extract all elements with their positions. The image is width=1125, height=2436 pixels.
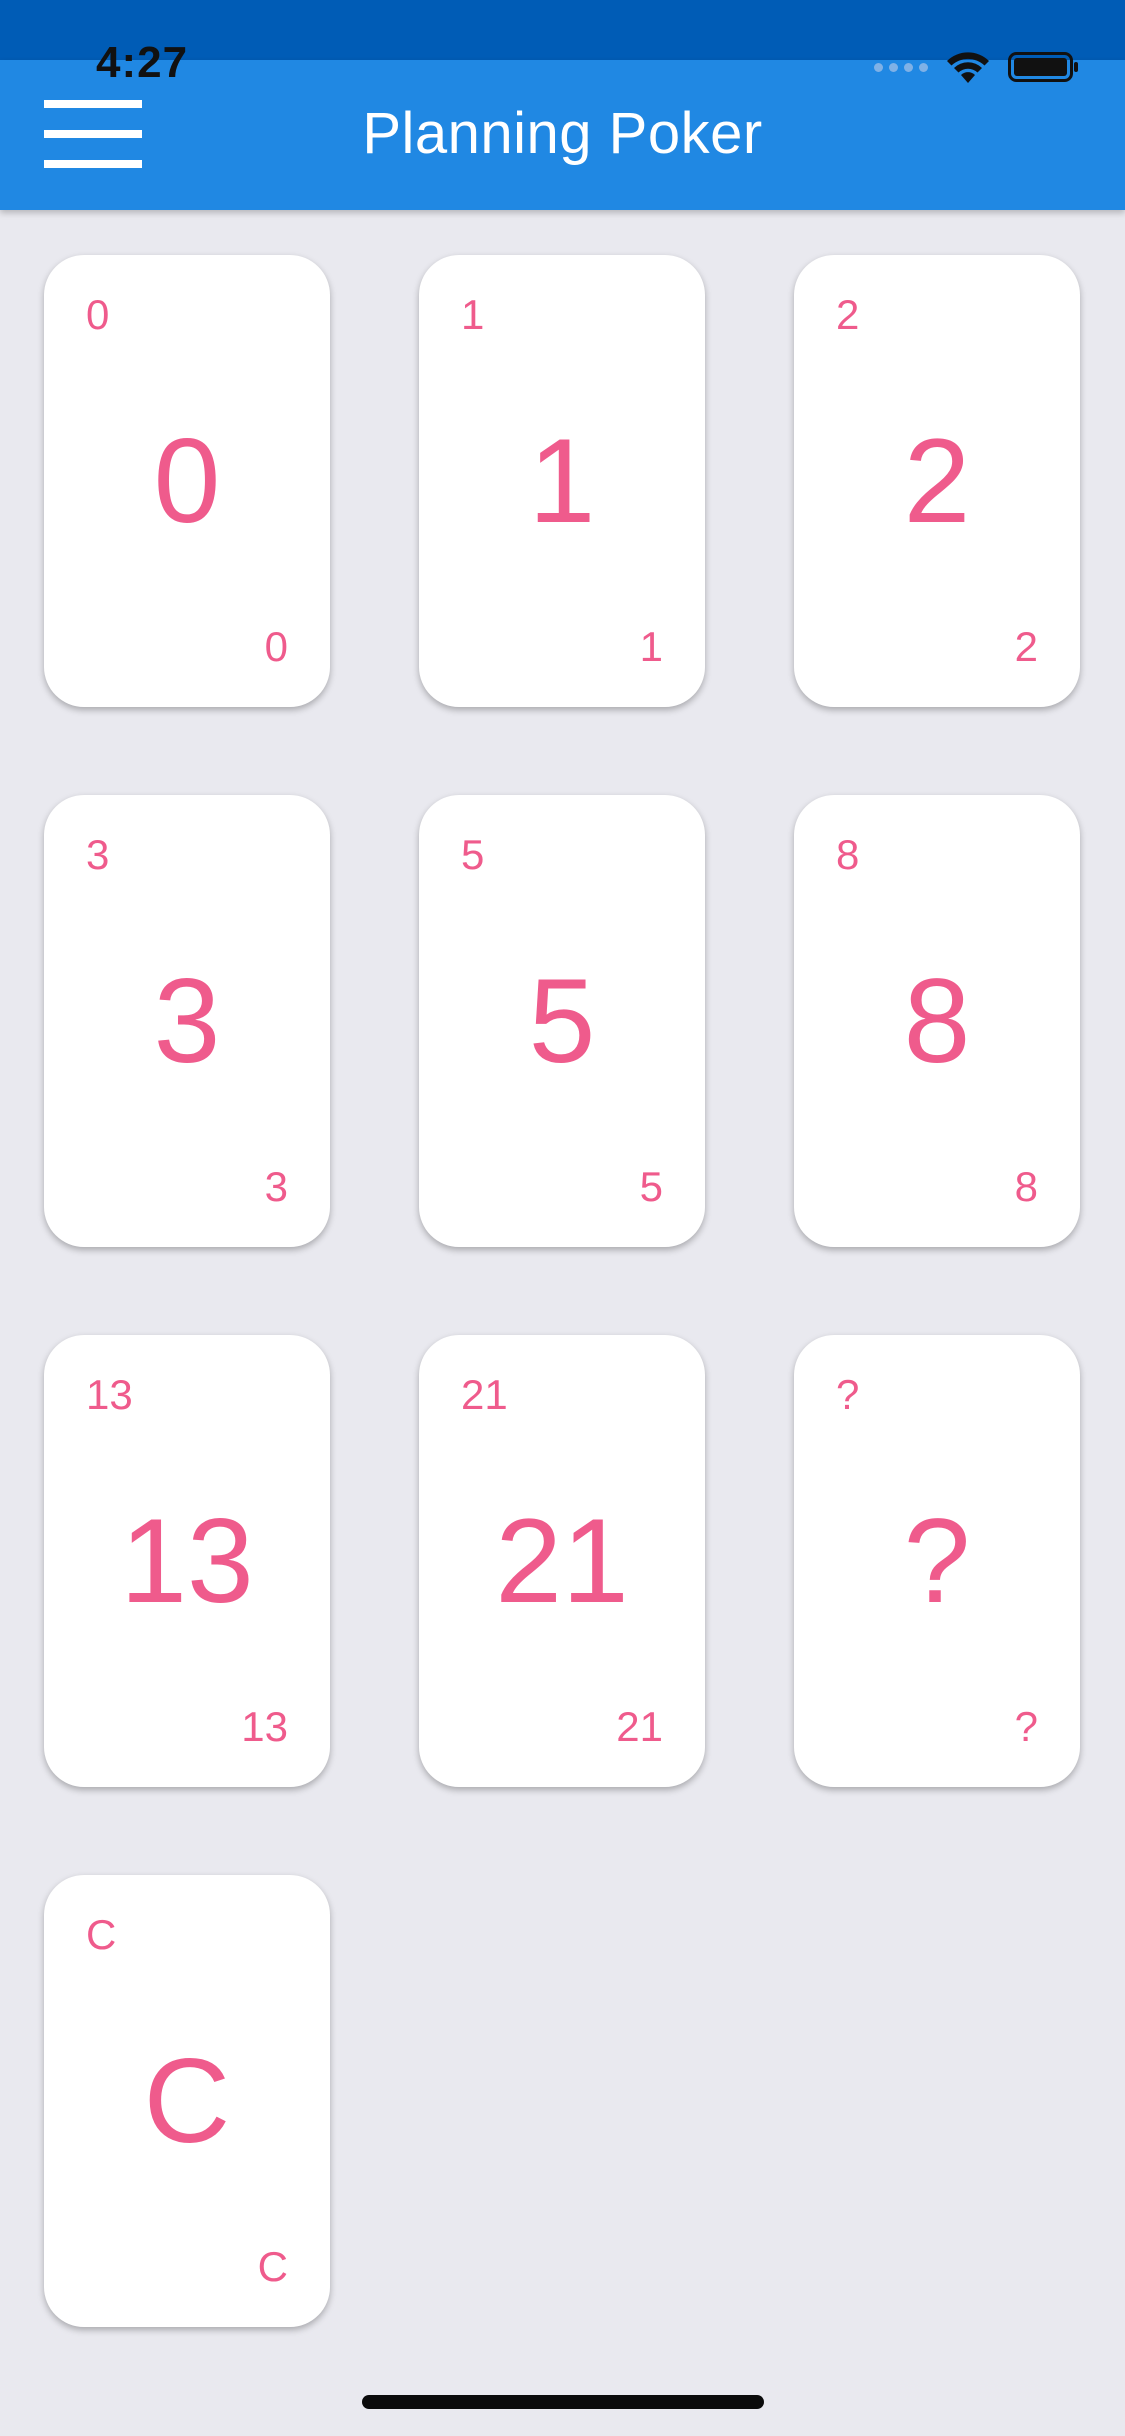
card-corner-bottom-value: 3 (264, 1163, 288, 1210)
card-corner-bottom-value: 1 (639, 623, 663, 670)
status-time: 4:27 (96, 38, 189, 87)
card-corner-bottom-value: 5 (639, 1163, 663, 1210)
poker-card-21[interactable]: 21 21 21 (419, 1335, 705, 1787)
battery-icon (1008, 52, 1078, 82)
app-screen: 4:27 Planning Poker 0 0 0 1 1 1 2 2 2 3 … (0, 0, 1125, 2436)
poker-card-question[interactable]: ? ? ? (794, 1335, 1080, 1787)
wifi-icon (947, 52, 989, 83)
card-corner-bottom-value: 21 (616, 1703, 663, 1750)
poker-card-2[interactable]: 2 2 2 (794, 255, 1080, 707)
card-grid: 0 0 0 1 1 1 2 2 2 3 3 3 5 5 5 8 8 8 13 1… (44, 255, 1081, 2327)
poker-card-13[interactable]: 13 13 13 (44, 1335, 330, 1787)
poker-card-0[interactable]: 0 0 0 (44, 255, 330, 707)
status-icons (874, 50, 1080, 84)
poker-card-1[interactable]: 1 1 1 (419, 255, 705, 707)
card-corner-bottom-value: C (257, 2243, 288, 2290)
home-indicator[interactable] (362, 2395, 764, 2409)
card-corner-bottom-value: 0 (264, 623, 288, 670)
signal-icon (874, 62, 928, 72)
poker-card-coffee[interactable]: C C C (44, 1875, 330, 2327)
poker-card-3[interactable]: 3 3 3 (44, 795, 330, 1247)
card-corner-bottom-value: 13 (241, 1703, 288, 1750)
card-corner-bottom-value: 2 (1014, 623, 1038, 670)
card-corner-bottom-value: ? (1014, 1703, 1038, 1750)
poker-card-8[interactable]: 8 8 8 (794, 795, 1080, 1247)
poker-card-5[interactable]: 5 5 5 (419, 795, 705, 1247)
card-corner-bottom-value: 8 (1014, 1163, 1038, 1210)
app-title: Planning Poker (362, 101, 763, 166)
